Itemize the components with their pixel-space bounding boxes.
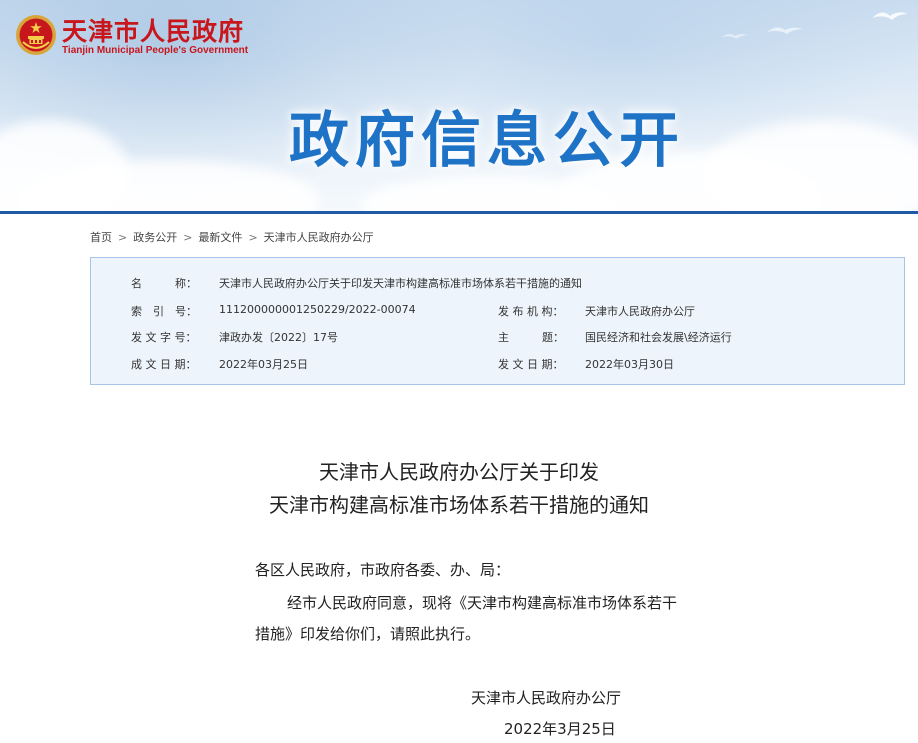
meta-created-label: 成 文 日 期： (131, 358, 197, 371)
meta-published-label: 发 文 日 期： (498, 358, 564, 371)
meta-created-value: 2022年03月25日 (219, 358, 308, 371)
breadcrumb-gov-affairs[interactable]: 政务公开 (133, 231, 177, 244)
document-title-line2: 天津市构建高标准市场体系若干措施的通知 (269, 493, 649, 517)
salutation: 各区人民政府，市政府各委、办、局： (255, 561, 511, 579)
meta-name-label: 名 称： (131, 277, 197, 290)
meta-index-value: 111200000001250229/2022-00074 (219, 303, 416, 316)
meta-docno-label: 发 文 字 号： (131, 331, 197, 344)
breadcrumb-latest-docs[interactable]: 最新文件 (198, 231, 242, 244)
breadcrumb-separator: > (118, 231, 128, 244)
meta-name-value: 天津市人民政府办公厅关于印发天津市构建高标准市场体系若干措施的通知 (219, 277, 582, 290)
banner-title: 政府信息公开 (289, 106, 685, 176)
bird-icon (872, 12, 908, 20)
banner-cloud (700, 120, 918, 211)
document-title-line1: 天津市人民政府办公厅关于印发 (319, 460, 599, 484)
signature-office: 天津市人民政府办公厅 (471, 689, 622, 707)
bird-icon (721, 33, 749, 39)
breadcrumb-office[interactable]: 天津市人民政府办公厅 (264, 231, 374, 244)
body-paragraph-line1: 经市人民政府同意，现将《天津市构建高标准市场体系若干 (287, 594, 678, 612)
breadcrumb-separator: > (248, 231, 258, 244)
banner-cloud (0, 120, 130, 211)
meta-topic-value: 国民经济和社会发展\经济运行 (585, 331, 732, 344)
header-banner: 天津市人民政府 Tianjin Municipal People's Gover… (0, 0, 918, 211)
signature-date: 2022年3月25日 (504, 720, 616, 738)
site-name-en[interactable]: Tianjin Municipal People's Government (62, 45, 248, 56)
banner-divider (0, 211, 918, 214)
bird-icon (767, 27, 803, 34)
meta-topic-label: 主 题： (498, 331, 564, 344)
breadcrumb-separator: > (183, 231, 193, 244)
meta-index-label: 索 引 号： (131, 305, 197, 318)
meta-issuer-value: 天津市人民政府办公厅 (585, 305, 695, 318)
body-paragraph-line2: 措施》印发给你们，请照此执行。 (255, 625, 481, 643)
breadcrumb: 首页 > 政务公开 > 最新文件 > 天津市人民政府办公厅 (90, 229, 374, 245)
site-name-cn[interactable]: 天津市人民政府 (62, 12, 244, 48)
meta-issuer-label: 发 布 机 构： (498, 305, 564, 318)
document-meta-box: 名 称： 天津市人民政府办公厅关于印发天津市构建高标准市场体系若干措施的通知 索… (90, 257, 905, 385)
meta-published-value: 2022年03月30日 (585, 358, 674, 371)
national-emblem-icon (16, 15, 56, 55)
breadcrumb-home[interactable]: 首页 (90, 231, 112, 244)
meta-docno-value: 津政办发〔2022〕17号 (219, 331, 338, 344)
